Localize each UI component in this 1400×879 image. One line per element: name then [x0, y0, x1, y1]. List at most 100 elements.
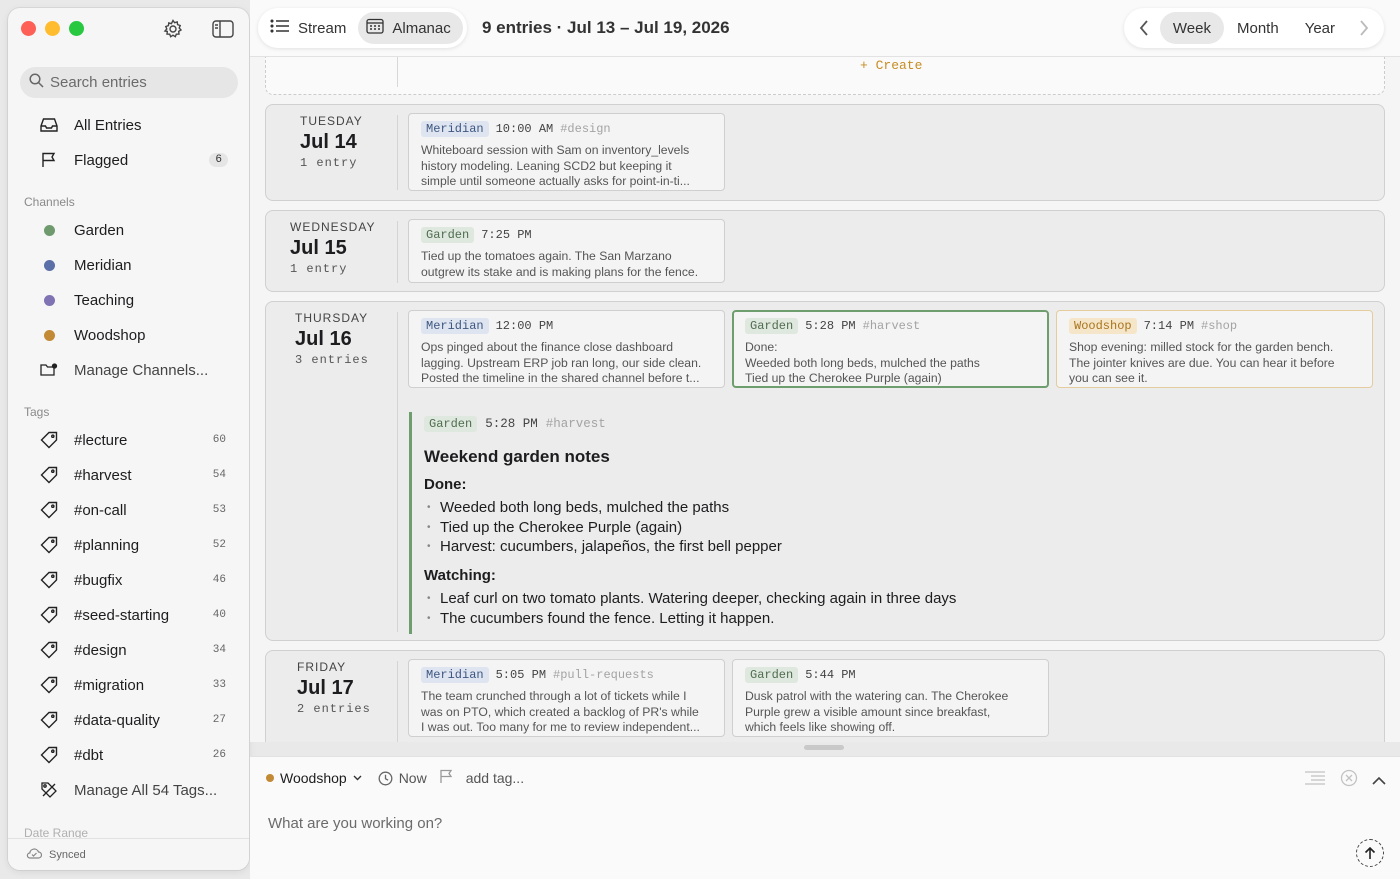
entry-card[interactable]: Meridian 10:00 AM #design Whiteboard sessi… — [408, 113, 725, 191]
sidebar-tag-item[interactable]: #harvest 54 — [20, 460, 238, 490]
list-item: The cucumbers found the fence. Letting i… — [424, 610, 1373, 630]
entry-time: 5:44 PM — [805, 668, 856, 682]
page-title: 9 entries · Jul 13 – Jul 19, 2026 — [482, 18, 730, 37]
day-row-friday: FRIDAY Jul 17 2 entries Meridian 5:05 PM #… — [265, 650, 1385, 742]
flag-toggle-icon[interactable] — [439, 769, 454, 787]
minimize-window-button[interactable] — [45, 21, 60, 36]
done-heading: Done: — [424, 476, 467, 493]
toolbar: Stream Almanac 9 entries · Jul 13 – Jul … — [250, 0, 1400, 57]
entry-tag: #design — [560, 122, 611, 136]
day-row-thursday: THURSDAY Jul 16 3 entries Meridian 12:00 … — [265, 301, 1385, 641]
entry-card[interactable]: Garden 7:25 PM Tied up the tomatoes again… — [408, 219, 725, 283]
search-icon — [29, 73, 44, 92]
sidebar-tag-item[interactable]: #on-call 53 — [20, 495, 238, 525]
entry-card[interactable]: Garden 5:44 PM Dusk patrol with the water… — [732, 659, 1049, 737]
format-list-icon[interactable] — [1304, 770, 1326, 791]
chevron-up-icon[interactable] — [1372, 772, 1386, 790]
day-weekday: WEDNESDAY — [290, 220, 376, 234]
clock-icon — [378, 771, 393, 785]
day-date: Jul 16 — [295, 328, 352, 350]
sidebar-item-label: Garden — [74, 221, 125, 239]
previous-period-button[interactable] — [1128, 12, 1160, 44]
channel-chip: Meridian — [421, 318, 489, 334]
sidebar-tag-item[interactable]: #data-quality 27 — [20, 705, 238, 735]
list-item: Weeded both long beds, mulched the paths — [424, 499, 1373, 519]
sidebar-toggle-icon[interactable] — [212, 18, 234, 40]
manage-channels-button[interactable]: Manage Channels... — [20, 355, 238, 385]
channel-chip: Garden — [421, 227, 475, 243]
sidebar-item-label: #on-call — [74, 501, 127, 519]
create-entry-button[interactable]: + Create — [860, 58, 922, 73]
month-button[interactable]: Month — [1224, 12, 1292, 44]
sidebar-item-woodshop[interactable]: Woodshop — [20, 320, 238, 350]
clear-icon[interactable] — [1340, 769, 1358, 792]
expanded-entry: Garden 5:28 PM #harvest Weekend garden n… — [409, 412, 1373, 634]
entry-card-selected[interactable]: Garden 5:28 PM #harvest Done: Weeded both l… — [732, 310, 1049, 388]
tag-count: 33 — [212, 679, 226, 691]
watching-list: Leaf curl on two tomato plants. Watering… — [424, 590, 1373, 629]
sidebar-item-label: Flagged — [74, 151, 129, 169]
sidebar-item-garden[interactable]: Garden — [20, 215, 238, 245]
entry-card[interactable]: Woodshop 7:14 PM #shop Shop evening: mille… — [1056, 310, 1373, 388]
sidebar-tag-item[interactable]: #migration 33 — [20, 670, 238, 700]
sidebar-item-label: #data-quality — [74, 711, 160, 729]
list-item: Tied up the Cherokee Purple (again) — [424, 519, 1373, 539]
sidebar-item-teaching[interactable]: Teaching — [20, 285, 238, 315]
list-item: Harvest: cucumbers, jalapeños, the first… — [424, 538, 1373, 558]
tag-icon — [37, 535, 61, 555]
sidebar-tag-item[interactable]: #lecture 60 — [20, 425, 238, 455]
sidebar-item-label: #lecture — [74, 431, 128, 449]
channel-dot-icon — [266, 774, 274, 782]
list-icon — [270, 18, 290, 38]
year-button[interactable]: Year — [1292, 12, 1348, 44]
tag-icon — [37, 465, 61, 485]
stream-view-button[interactable]: Stream — [262, 12, 358, 44]
done-list: Weeded both long beds, mulched the paths… — [424, 499, 1373, 558]
sidebar-item-meridian[interactable]: Meridian — [20, 250, 238, 280]
channel-picker[interactable]: Woodshop — [266, 770, 362, 786]
sidebar-item-label: #migration — [74, 676, 145, 694]
sidebar-tag-item[interactable]: #dbt 26 — [20, 740, 238, 770]
add-tag-input[interactable]: add tag... — [466, 770, 524, 786]
flag-icon — [37, 150, 61, 170]
entry-card[interactable]: Meridian 5:05 PM #pull-requests The team c… — [408, 659, 725, 737]
sidebar-item-label: #dbt — [74, 746, 104, 764]
search-placeholder: Search entries — [50, 74, 147, 91]
day-weekday: THURSDAY — [295, 311, 369, 325]
sidebar-tag-item[interactable]: #design 34 — [20, 635, 238, 665]
manage-tags-button[interactable]: Manage All 54 Tags... — [20, 775, 238, 805]
sidebar-tag-item[interactable]: #bugfix 46 — [20, 565, 238, 595]
search-input[interactable]: Search entries — [20, 67, 238, 98]
inbox-icon — [37, 115, 61, 135]
sidebar-item-flagged[interactable]: All Entries Flagged 6 — [20, 145, 238, 175]
entry-time: 7:14 PM — [1143, 319, 1195, 333]
sidebar-item-all-entries[interactable]: All Entries — [20, 110, 238, 140]
almanac-view-button[interactable]: Almanac — [358, 12, 463, 44]
entry-time: 5:05 PM — [495, 668, 547, 682]
sidebar-tag-item[interactable]: #planning 52 — [20, 530, 238, 560]
watching-heading: Watching: — [424, 567, 496, 585]
composer-input[interactable]: What are you working on? — [268, 815, 442, 832]
resize-handle[interactable] — [804, 745, 844, 750]
chevron-down-icon — [353, 775, 362, 781]
zoom-window-button[interactable] — [69, 21, 84, 36]
day-entry-count: 1 entry — [300, 156, 358, 170]
tag-icon — [37, 500, 61, 520]
sidebar-tag-item[interactable]: #seed-starting 40 — [20, 600, 238, 630]
channel-dot-icon — [37, 325, 61, 345]
time-picker[interactable]: Now — [378, 770, 427, 786]
entry-card[interactable]: Meridian 12:00 PM Ops pinged about the fi… — [408, 310, 725, 388]
empty-day-row: + Create — [265, 57, 1385, 95]
entry-preview: Shop evening: milled stock for the garde… — [1069, 340, 1335, 385]
day-entry-count: 1 entry — [290, 262, 348, 276]
tag-icon — [37, 570, 61, 590]
send-button[interactable] — [1356, 839, 1384, 867]
gear-icon[interactable] — [162, 18, 184, 40]
week-button[interactable]: Week — [1159, 12, 1224, 44]
calendar-icon — [366, 18, 385, 38]
close-window-button[interactable] — [21, 21, 36, 36]
tag-count: 26 — [212, 749, 226, 761]
next-period-button[interactable] — [1348, 12, 1380, 44]
sync-status-label: Synced — [49, 848, 86, 861]
sidebar-item-label: #seed-starting — [74, 606, 170, 624]
